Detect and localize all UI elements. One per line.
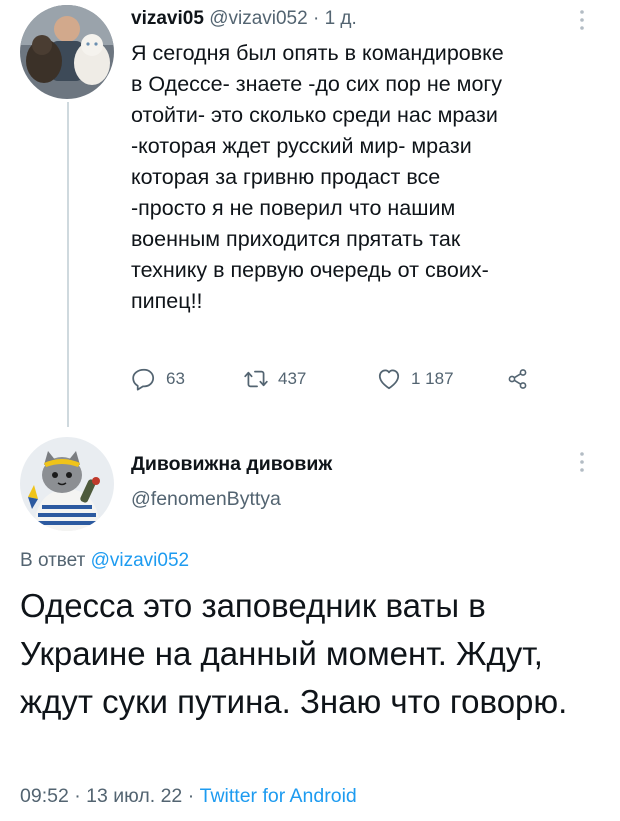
thread-line xyxy=(67,102,69,427)
like-icon xyxy=(378,369,400,390)
replying-to: В ответ @vizavi052 xyxy=(20,550,189,572)
tweet-source[interactable]: Twitter for Android xyxy=(200,785,357,807)
replying-to-handle[interactable]: @vizavi052 xyxy=(91,550,190,571)
author-name[interactable]: vizavi05 xyxy=(131,8,204,29)
retweet-count: 437 xyxy=(278,369,307,388)
reply-author-name[interactable]: Дивовижна дивовиж xyxy=(131,453,332,476)
replying-to-prefix: В ответ xyxy=(20,550,86,571)
reply-time[interactable]: 09:52 xyxy=(20,785,69,807)
reply-text: Одесса это заповедник ваты в Украине на … xyxy=(20,587,568,720)
tweet-meta: 09:52 · 13 июл. 22 · Twitter for Android xyxy=(20,785,357,808)
reply-author-handle[interactable]: @fenomenByttya xyxy=(131,488,281,511)
tweet-header: vizavi05 @vizavi052 · 1 д. xyxy=(131,8,357,30)
meta-separator: · xyxy=(74,785,81,807)
avatar-photo xyxy=(20,5,114,99)
like-button[interactable]: 1 187 xyxy=(376,364,506,394)
tweet-time[interactable]: 1 д. xyxy=(325,8,357,29)
meta-separator: · xyxy=(187,785,195,807)
more-vertical-icon[interactable] xyxy=(572,6,592,34)
like-count: 1 187 xyxy=(411,369,454,388)
tweet-actions: 63 437 1 187 xyxy=(131,364,530,394)
author-handle[interactable]: @vizavi052 xyxy=(209,8,308,29)
reply-icon xyxy=(132,368,155,391)
tweet-text: Я сегодня был опять в командировке в Оде… xyxy=(131,41,504,313)
header-separator: · xyxy=(312,8,320,29)
more-vertical-icon[interactable] xyxy=(572,448,592,476)
avatar-drawing xyxy=(20,437,114,531)
share-icon xyxy=(508,369,527,389)
share-button[interactable] xyxy=(506,364,530,394)
avatar-fenomenbyttya[interactable] xyxy=(20,437,114,531)
reply-button[interactable]: 63 xyxy=(131,364,243,394)
retweet-button[interactable]: 437 xyxy=(243,364,376,394)
reply-date[interactable]: 13 июл. 22 xyxy=(86,785,182,807)
reply-count: 63 xyxy=(166,369,185,388)
retweet-icon xyxy=(244,370,268,388)
avatar-vizavi05[interactable] xyxy=(20,5,114,99)
